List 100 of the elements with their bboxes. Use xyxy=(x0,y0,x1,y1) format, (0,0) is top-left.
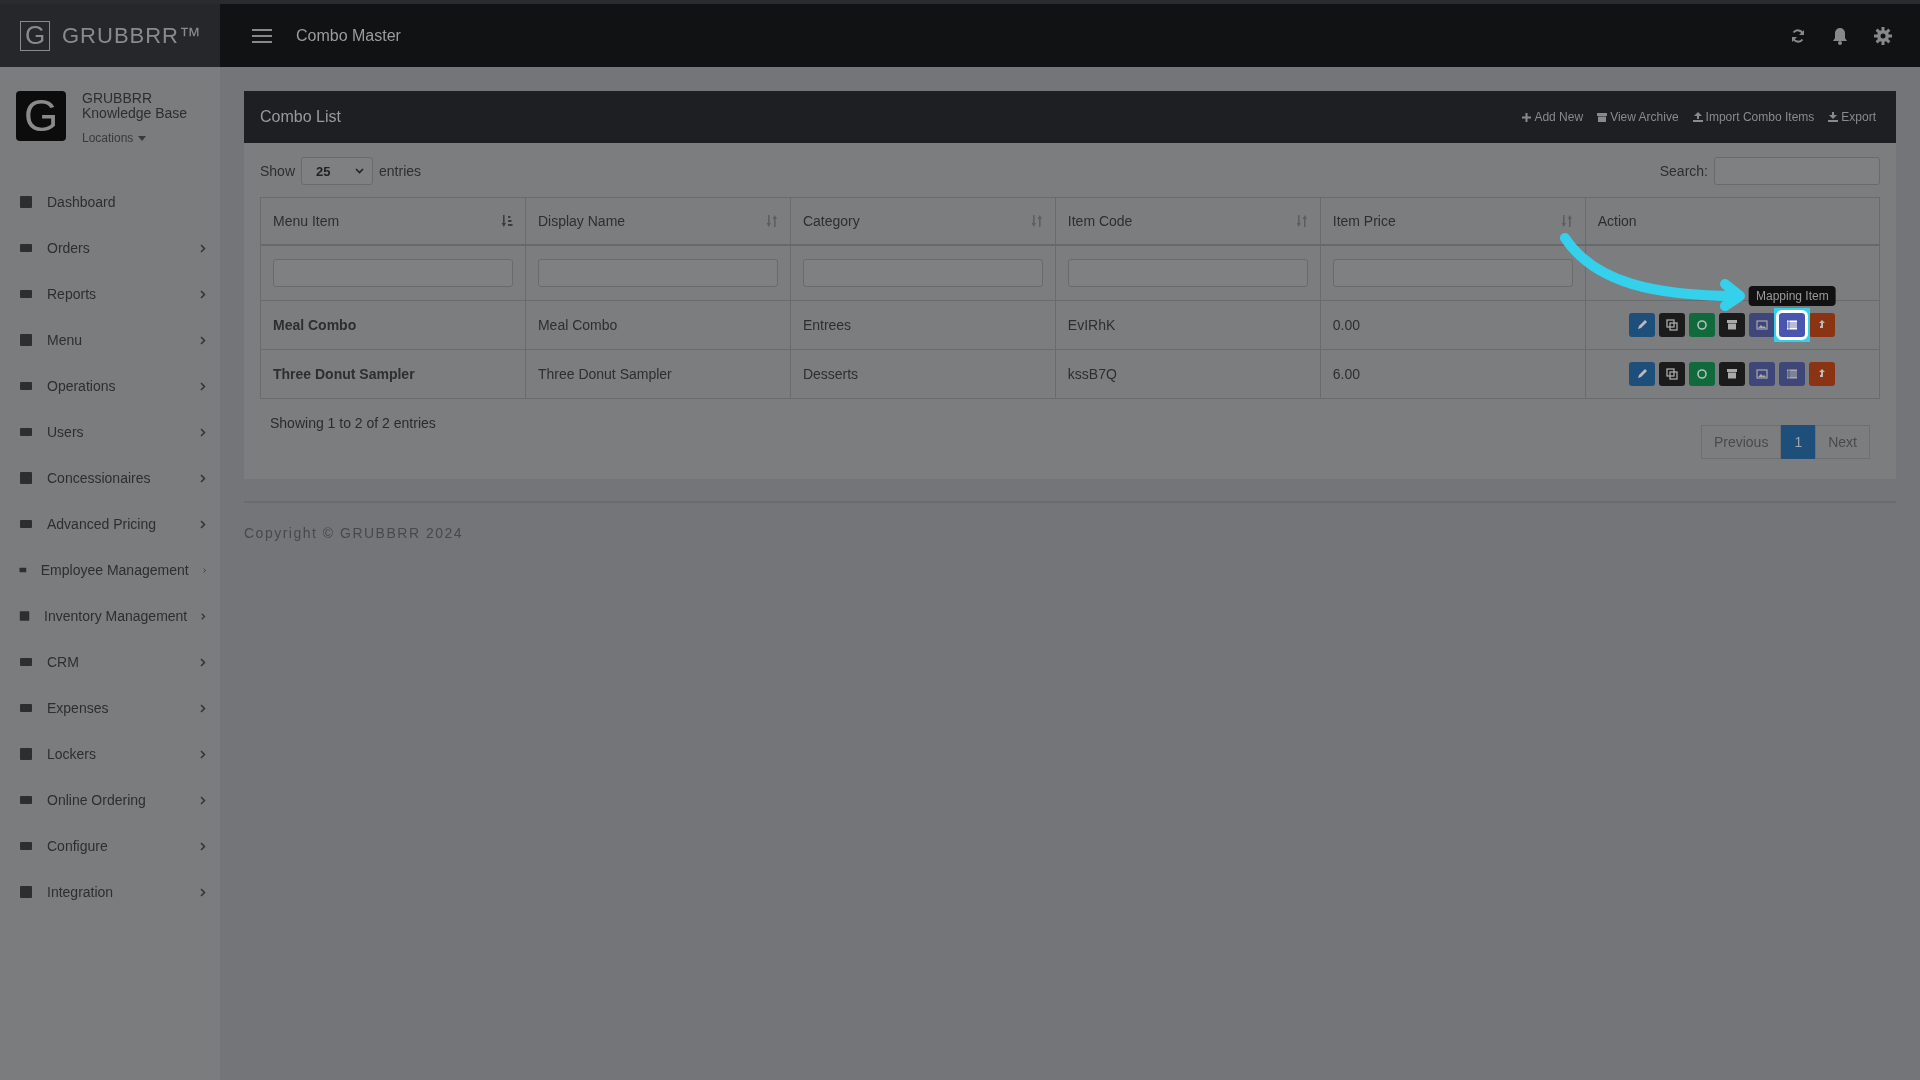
chevron-icon xyxy=(200,289,206,299)
column-header[interactable]: Item Code xyxy=(1055,197,1321,245)
sidebar-item[interactable]: Online Ordering xyxy=(0,777,220,823)
chevron-icon xyxy=(200,243,206,253)
sidebar-item[interactable]: Users xyxy=(0,409,220,455)
table-cell: 6.00 xyxy=(1320,349,1586,399)
copy-button[interactable] xyxy=(1659,313,1686,337)
toolbar-link[interactable]: Import Combo Items xyxy=(1692,110,1815,124)
toolbar-link[interactable]: View Archive xyxy=(1597,110,1679,124)
upload-icon xyxy=(1692,112,1703,122)
column-filter-field[interactable] xyxy=(273,259,513,287)
sort-icon xyxy=(1560,215,1573,227)
archive-button[interactable] xyxy=(1719,362,1746,386)
chevron-icon xyxy=(200,381,206,391)
chevron-icon xyxy=(200,841,206,851)
sidebar-item[interactable]: CRM xyxy=(0,639,220,685)
sidebar-item[interactable]: Reports xyxy=(0,271,220,317)
sidebar-item[interactable]: Orders xyxy=(0,225,220,271)
chevron-icon xyxy=(200,795,206,805)
table-info: Showing 1 to 2 of 2 entries xyxy=(270,415,436,431)
list-icon xyxy=(1786,319,1799,331)
chevron-icon xyxy=(200,335,206,345)
sidebar-item[interactable]: Advanced Pricing xyxy=(0,501,220,547)
sidebar-item[interactable]: Inventory Management xyxy=(0,593,220,639)
upload-button[interactable] xyxy=(1809,362,1836,386)
table-cell: Meal Combo xyxy=(260,300,526,350)
table-cell: Three Donut Sampler xyxy=(525,349,791,399)
brand-logo: G xyxy=(20,20,50,51)
copy-button[interactable] xyxy=(1659,362,1686,386)
sidebar-item[interactable]: Integration xyxy=(0,869,220,915)
table-cell: Meal Combo xyxy=(525,300,791,350)
locations-dropdown[interactable]: Locations xyxy=(82,131,188,145)
list-button[interactable] xyxy=(1779,362,1806,386)
table-cell: Desserts xyxy=(790,349,1056,399)
tooltip: Mapping Item xyxy=(1749,286,1836,306)
table-cell: Entrees xyxy=(790,300,1056,350)
sidebar-item[interactable]: Menu xyxy=(0,317,220,363)
table-cell: 0.00 xyxy=(1320,300,1586,350)
column-header[interactable]: Item Price xyxy=(1320,197,1586,245)
download-icon xyxy=(1828,112,1839,122)
archive-icon xyxy=(1726,319,1739,331)
column-filter-field[interactable] xyxy=(802,259,1043,287)
toggle-button[interactable] xyxy=(1689,362,1716,386)
page-button[interactable]: 1 xyxy=(1781,425,1816,459)
notification-icon[interactable] xyxy=(1832,26,1848,45)
refresh-icon[interactable] xyxy=(1790,27,1806,44)
upload-button[interactable] xyxy=(1809,313,1836,337)
sidebar-item[interactable]: Concessionaires xyxy=(0,455,220,501)
toggle-icon xyxy=(1696,319,1709,331)
image-icon xyxy=(1756,319,1769,331)
column-filter-field[interactable] xyxy=(537,259,778,287)
archive-icon xyxy=(1597,112,1608,122)
account-subtitle: Knowledge Base xyxy=(82,106,188,121)
image-icon xyxy=(1756,368,1769,380)
entries-select[interactable]: 25 xyxy=(301,157,374,185)
copy-icon xyxy=(1666,319,1679,331)
archive-button[interactable] xyxy=(1719,313,1746,337)
sort-icon xyxy=(765,215,778,227)
chevron-icon xyxy=(200,473,206,483)
toolbar-link[interactable]: Export xyxy=(1828,110,1876,124)
column-filter-field[interactable] xyxy=(1332,259,1573,287)
sidebar-item[interactable]: Employee Management xyxy=(0,547,220,593)
chevron-icon xyxy=(200,427,206,437)
panel-title: Combo List xyxy=(260,108,341,126)
page-title: Combo Master xyxy=(296,26,401,45)
settings-icon[interactable] xyxy=(1874,26,1892,45)
sort-icon xyxy=(1295,215,1308,227)
show-label: Show xyxy=(260,163,296,179)
sidebar-item[interactable]: Expenses xyxy=(0,685,220,731)
sidebar-item[interactable]: Configure xyxy=(0,823,220,869)
column-header[interactable]: Menu Item xyxy=(260,197,526,245)
column-header[interactable]: Display Name xyxy=(525,197,791,245)
chevron-icon xyxy=(355,168,365,174)
sort-icon xyxy=(500,215,513,227)
toolbar-link[interactable]: Add New xyxy=(1522,110,1584,124)
caret-icon xyxy=(138,135,147,141)
sidebar-item[interactable]: Operations xyxy=(0,363,220,409)
sidebar-item[interactable]: Dashboard xyxy=(0,179,220,225)
list-icon xyxy=(1786,368,1799,380)
archive-icon xyxy=(1726,368,1739,380)
edit-button[interactable] xyxy=(1629,313,1656,337)
plus-icon xyxy=(1522,112,1532,122)
search-field[interactable] xyxy=(1714,157,1880,185)
toggle-icon xyxy=(1696,368,1709,380)
column-header[interactable]: Category xyxy=(790,197,1056,245)
sort-icon xyxy=(1030,215,1043,227)
chevron-icon xyxy=(201,611,206,621)
table-cell: EvIRhK xyxy=(1055,300,1321,350)
image-button[interactable] xyxy=(1749,313,1776,337)
account-logo: G xyxy=(16,91,66,141)
entries-label: entries xyxy=(379,163,422,179)
column-header: Action xyxy=(1585,197,1880,245)
sidebar-item[interactable]: Lockers xyxy=(0,731,220,777)
column-filter-field[interactable] xyxy=(1067,259,1308,287)
chevron-icon xyxy=(200,703,206,713)
brand-name: GRUBBRR™ xyxy=(62,22,202,49)
chevron-icon xyxy=(200,657,206,667)
edit-button[interactable] xyxy=(1629,362,1656,386)
edit-icon xyxy=(1636,368,1649,380)
toggle-button[interactable] xyxy=(1689,313,1716,337)
